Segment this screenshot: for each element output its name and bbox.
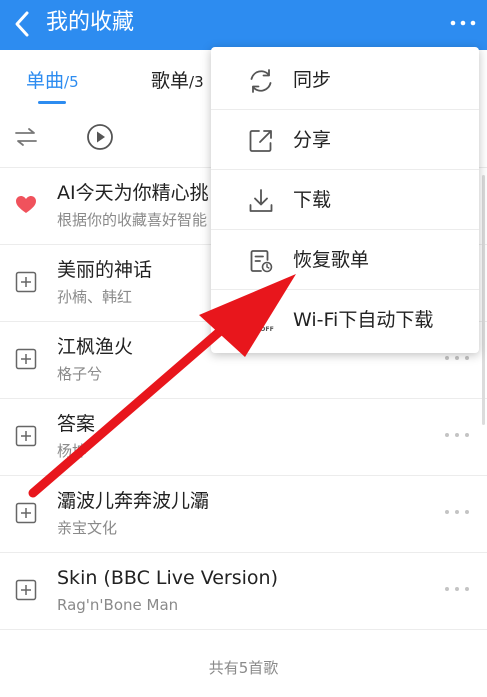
tab-playlists-label: 歌单 bbox=[151, 70, 190, 92]
restore-playlist-icon bbox=[250, 250, 273, 273]
tab-singles-label: 单曲 bbox=[26, 70, 65, 92]
more-options-icon[interactable] bbox=[444, 355, 470, 361]
scrollbar[interactable] bbox=[482, 175, 485, 425]
list-item[interactable]: 灞波儿奔奔波儿灞 亲宝文化 bbox=[0, 476, 487, 553]
add-icon[interactable] bbox=[15, 579, 37, 601]
back-icon[interactable] bbox=[10, 9, 36, 39]
tab-playlists-count: /3 bbox=[189, 73, 204, 91]
menu-item-label: 分享 bbox=[293, 129, 332, 151]
song-artist: 格子兮 bbox=[57, 365, 103, 383]
add-icon[interactable] bbox=[15, 348, 37, 370]
song-count-footer: 共有5首歌 bbox=[208, 659, 279, 677]
song-artist: 亲宝文化 bbox=[57, 519, 118, 537]
menu-item-label: 下载 bbox=[293, 189, 332, 211]
more-options-icon[interactable] bbox=[444, 509, 470, 515]
song-title: 江枫渔火 bbox=[57, 336, 134, 358]
song-artist: Rag'n'Bone Man bbox=[57, 596, 179, 614]
tab-singles[interactable]: 单曲/5 bbox=[26, 68, 79, 95]
song-title: Skin (BBC Live Version) bbox=[57, 567, 278, 589]
sort-icon[interactable] bbox=[14, 126, 38, 148]
menu-item-label: 同步 bbox=[293, 69, 332, 91]
tab-singles-count: /5 bbox=[64, 73, 79, 91]
list-item[interactable]: 答案 杨坤 bbox=[0, 399, 487, 476]
song-title: 美丽的神话 bbox=[57, 259, 153, 281]
add-icon[interactable] bbox=[15, 425, 37, 447]
share-icon bbox=[249, 130, 272, 152]
download-icon bbox=[249, 189, 273, 212]
menu-item-wifi-auto-download[interactable]: OFF Wi-Fi下自动下载 bbox=[211, 290, 479, 350]
options-menu: 同步 分享 下载 恢复歌单 OFF Wi-Fi下自动下载 bbox=[211, 47, 479, 353]
menu-item-download[interactable]: 下载 bbox=[211, 170, 479, 230]
menu-item-label: Wi-Fi下自动下载 bbox=[293, 309, 434, 331]
tab-active-indicator bbox=[38, 101, 66, 104]
list-item[interactable]: Skin (BBC Live Version) Rag'n'Bone Man bbox=[0, 553, 487, 630]
page-title: 我的收藏 bbox=[46, 10, 135, 35]
song-title: 灞波儿奔奔波儿灞 bbox=[57, 490, 210, 512]
add-icon[interactable] bbox=[15, 271, 37, 293]
song-artist: 杨坤 bbox=[57, 442, 88, 460]
menu-item-label: 恢复歌单 bbox=[293, 249, 370, 271]
sync-icon bbox=[250, 69, 272, 93]
title-bar: 我的收藏 bbox=[0, 0, 487, 50]
song-artist: 根据你的收藏喜好智能 bbox=[57, 211, 208, 229]
wifi-auto-download-icon: OFF bbox=[248, 315, 274, 333]
play-all-icon[interactable] bbox=[86, 123, 114, 151]
heart-icon[interactable] bbox=[15, 194, 37, 216]
menu-item-sync[interactable]: 同步 bbox=[211, 50, 479, 110]
song-title: 答案 bbox=[57, 413, 96, 435]
song-title: AI今天为你精心挑 bbox=[57, 182, 209, 204]
add-icon[interactable] bbox=[15, 502, 37, 524]
menu-item-restore-playlist[interactable]: 恢复歌单 bbox=[211, 230, 479, 290]
song-artist: 孙楠、韩红 bbox=[57, 288, 133, 306]
more-icon[interactable] bbox=[448, 16, 478, 30]
more-options-icon[interactable] bbox=[444, 586, 470, 592]
more-options-icon[interactable] bbox=[444, 432, 470, 438]
tab-playlists[interactable]: 歌单/3 bbox=[151, 68, 204, 95]
menu-item-share[interactable]: 分享 bbox=[211, 110, 479, 170]
wifi-off-badge: OFF bbox=[260, 326, 274, 333]
